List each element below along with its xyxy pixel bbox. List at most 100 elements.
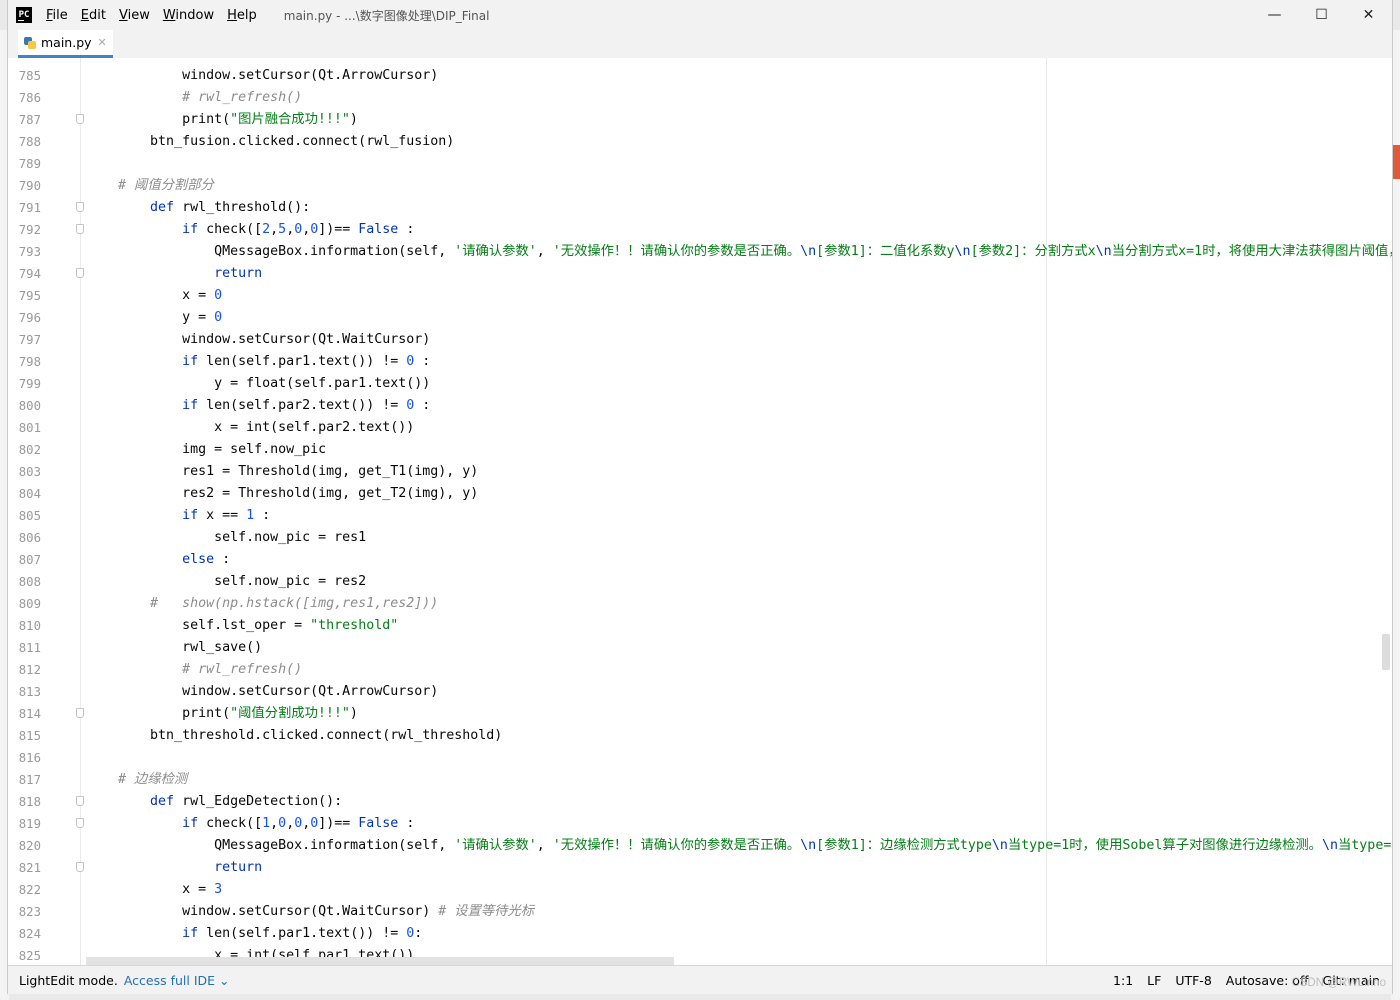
code-text: img = self.now_pic (86, 442, 327, 457)
status-bar: LightEdit mode. Access full IDE ⌄ 1:1 LF… (8, 965, 1392, 994)
code-text: x = 3 (86, 882, 223, 897)
code-line[interactable]: 802 img = self.now_pic (8, 439, 1392, 461)
code-text: def rwl_EdgeDetection(): (150, 794, 343, 809)
code-line[interactable]: 810 self.lst_oper = "threshold" (8, 615, 1392, 637)
background-accent (1391, 145, 1400, 179)
code-line[interactable]: 786 # rwl_refresh() (8, 87, 1392, 109)
code-line[interactable]: 793 QMessageBox.information(self, '请确认参数… (8, 241, 1392, 263)
line-separator[interactable]: LF (1147, 973, 1161, 988)
minimize-button[interactable]: — (1251, 0, 1298, 30)
code-line[interactable]: 789 (8, 153, 1392, 175)
code-line[interactable]: 790 # 阈值分割部分 (8, 175, 1392, 197)
code-line[interactable]: 812 # rwl_refresh() (8, 659, 1392, 681)
code-line[interactable]: 808 self.now_pic = res2 (8, 571, 1392, 593)
tab-main-py[interactable]: main.py ✕ (18, 30, 113, 58)
code-line[interactable]: 803 res1 = Threshold(img, get_T1(img), y… (8, 461, 1392, 483)
background-window-right (1391, 30, 1400, 1000)
code-line[interactable]: 818 def rwl_EdgeDetection(): (8, 791, 1392, 813)
code-text: # rwl_refresh() (182, 90, 303, 105)
caret-position[interactable]: 1:1 (1113, 973, 1133, 988)
line-number: 791 (18, 201, 41, 215)
menu-help[interactable]: Help (227, 8, 257, 23)
line-number: 805 (18, 509, 41, 523)
tab-close-icon[interactable]: ✕ (98, 36, 107, 49)
window-controls: — ☐ ✕ (1251, 0, 1392, 30)
line-number: 796 (18, 311, 41, 325)
fold-marker-icon[interactable] (76, 268, 84, 278)
close-button[interactable]: ✕ (1345, 0, 1392, 30)
code-line[interactable]: 813 window.setCursor(Qt.ArrowCursor) (8, 681, 1392, 703)
code-text: self.now_pic = res1 (86, 530, 367, 545)
line-number: 787 (18, 113, 41, 127)
code-editor[interactable]: 785 window.setCursor(Qt.ArrowCursor) 786 … (8, 58, 1392, 965)
line-number: 797 (18, 333, 41, 347)
code-text: QMessageBox.information(self, '请确认参数', '… (86, 838, 1392, 853)
code-line[interactable]: 791 def rwl_threshold(): (8, 197, 1392, 219)
access-full-ide-link[interactable]: Access full IDE ⌄ (124, 973, 230, 988)
menu-window[interactable]: Window (163, 8, 214, 23)
code-line[interactable]: 816 (8, 747, 1392, 769)
code-line[interactable]: 797 window.setCursor(Qt.WaitCursor) (8, 329, 1392, 351)
code-line[interactable]: 822 x = 3 (8, 879, 1392, 901)
code-line[interactable]: 795 x = 0 (8, 285, 1392, 307)
code-line[interactable]: 798 if len(self.par1.text()) != 0 : (8, 351, 1392, 373)
fold-marker-icon[interactable] (76, 224, 84, 234)
menu-view[interactable]: View (119, 8, 150, 23)
code-line[interactable]: 785 window.setCursor(Qt.ArrowCursor) (8, 65, 1392, 87)
code-line[interactable]: 787 print("图片融合成功!!!") (8, 109, 1392, 131)
code-text: else : (182, 552, 231, 567)
code-text: rwl_save() (86, 640, 263, 655)
menu-edit[interactable]: Edit (81, 8, 106, 23)
code-line[interactable]: 819 if check([1,0,0,0])== False : (8, 813, 1392, 835)
code-text: res1 = Threshold(img, get_T1(img), y) (86, 464, 479, 479)
code-line[interactable]: 794 return (8, 263, 1392, 285)
code-line[interactable]: 823 window.setCursor(Qt.WaitCursor) # 设置… (8, 901, 1392, 923)
code-line[interactable]: 809 # show(np.hstack([img,res1,res2])) (8, 593, 1392, 615)
code-line[interactable]: 817 # 边缘检测 (8, 769, 1392, 791)
line-number: 815 (18, 729, 41, 743)
code-line[interactable]: 792 if check([2,5,0,0])== False : (8, 219, 1392, 241)
code-line[interactable]: 820 QMessageBox.information(self, '请确认参数… (8, 835, 1392, 857)
title-bar: PC File Edit View Window Help main.py - ...\… (8, 0, 1392, 30)
code-line[interactable]: 815 btn_threshold.clicked.connect(rwl_th… (8, 725, 1392, 747)
code-line[interactable]: 811 rwl_save() (8, 637, 1392, 659)
fold-marker-icon[interactable] (76, 114, 84, 124)
code-line[interactable]: 806 self.now_pic = res1 (8, 527, 1392, 549)
code-line[interactable]: 801 x = int(self.par2.text()) (8, 417, 1392, 439)
code-text: window.setCursor(Qt.WaitCursor) (86, 332, 431, 347)
fold-marker-icon[interactable] (76, 862, 84, 872)
line-number: 813 (18, 685, 41, 699)
line-number: 798 (18, 355, 41, 369)
code-line[interactable]: 807 else : (8, 549, 1392, 571)
line-number: 806 (18, 531, 41, 545)
code-line[interactable]: 824 if len(self.par1.text()) != 0: (8, 923, 1392, 945)
code-line[interactable]: 796 y = 0 (8, 307, 1392, 329)
horizontal-scrollbar[interactable] (86, 957, 674, 965)
code-line[interactable]: 821 return (8, 857, 1392, 879)
code-line[interactable]: 800 if len(self.par2.text()) != 0 : (8, 395, 1392, 417)
code-text: if check([2,5,0,0])== False : (182, 222, 415, 237)
menu-file[interactable]: File (46, 8, 68, 23)
line-number: 814 (18, 707, 41, 721)
file-encoding[interactable]: UTF-8 (1175, 973, 1211, 988)
code-line[interactable]: 804 res2 = Threshold(img, get_T2(img), y… (8, 483, 1392, 505)
code-line[interactable]: 805 if x == 1 : (8, 505, 1392, 527)
code-text: if len(self.par1.text()) != 0: (182, 926, 423, 941)
line-number: 807 (18, 553, 41, 567)
fold-marker-icon[interactable] (76, 708, 84, 718)
fold-marker-icon[interactable] (76, 818, 84, 828)
code-line[interactable]: 814 print("阈值分割成功!!!") (8, 703, 1392, 725)
code-text: btn_fusion.clicked.connect(rwl_fusion) (86, 134, 455, 149)
code-text: x = int(self.par2.text()) (86, 420, 415, 435)
fold-marker-icon[interactable] (76, 796, 84, 806)
code-text: return (214, 266, 263, 281)
code-text: window.setCursor(Qt.ArrowCursor) (86, 68, 439, 83)
code-line[interactable]: 788 btn_fusion.clicked.connect(rwl_fusio… (8, 131, 1392, 153)
fold-marker-icon[interactable] (76, 202, 84, 212)
line-number: 812 (18, 663, 41, 677)
code-line[interactable]: 799 y = float(self.par1.text()) (8, 373, 1392, 395)
maximize-button[interactable]: ☐ (1298, 0, 1345, 30)
code-text: if len(self.par2.text()) != 0 : (182, 398, 431, 413)
vertical-scrollbar[interactable] (1382, 634, 1390, 670)
code-text: print("图片融合成功!!!") (86, 112, 358, 127)
